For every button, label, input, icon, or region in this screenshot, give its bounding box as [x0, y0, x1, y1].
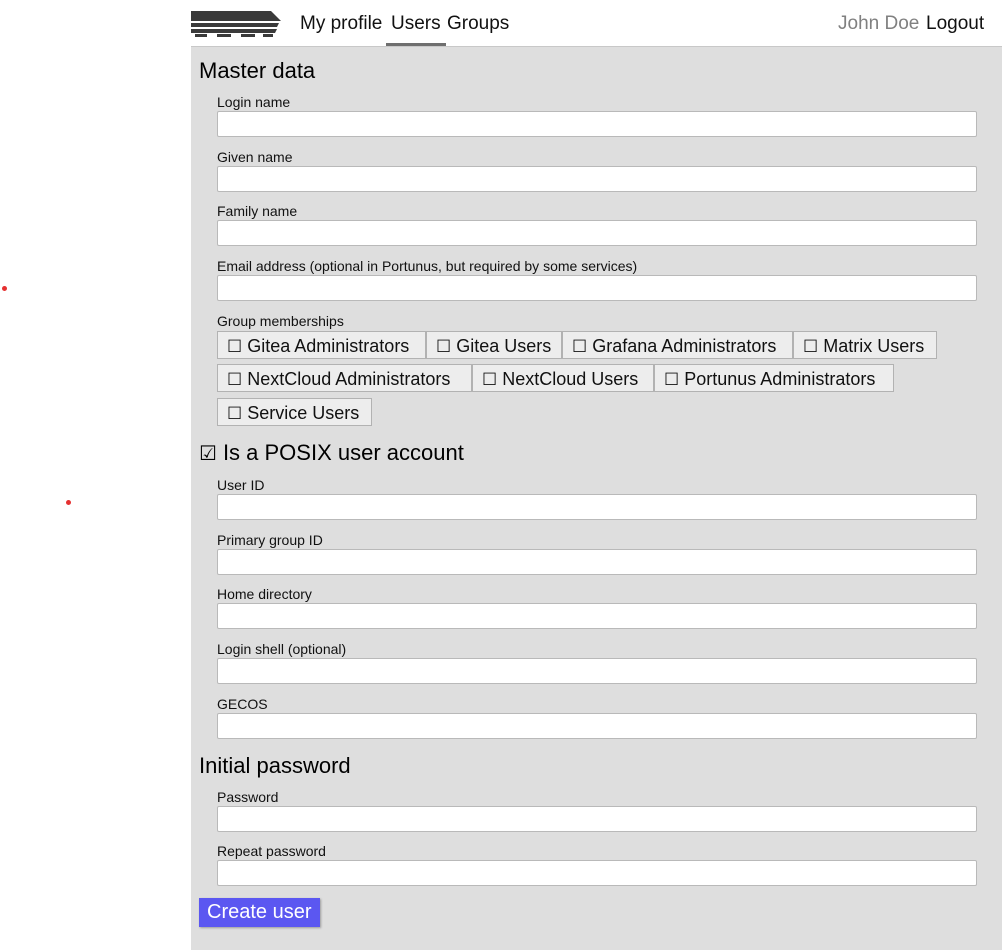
create-user-button[interactable]: Create user: [199, 898, 320, 927]
family-name-label: Family name: [217, 203, 298, 219]
checkbox-unchecked-icon: ☐: [227, 404, 243, 423]
user-id-label: User ID: [217, 477, 265, 493]
group-label: Grafana Administrators: [592, 336, 777, 356]
nav-my-profile[interactable]: My profile: [300, 0, 382, 46]
marker-dot: [66, 500, 71, 505]
group-label: Matrix Users: [823, 336, 925, 356]
checkbox-unchecked-icon: ☐: [227, 337, 243, 356]
checkbox-unchecked-icon: ☐: [664, 370, 680, 389]
marker-dot: [2, 286, 7, 291]
checkbox-unchecked-icon: ☐: [227, 370, 243, 389]
family-name-input[interactable]: [217, 220, 977, 246]
gecos-label: GECOS: [217, 696, 268, 712]
home-directory-input[interactable]: [217, 603, 977, 629]
login-shell-label: Login shell (optional): [217, 641, 347, 657]
gecos-input[interactable]: [217, 713, 977, 739]
user-id-input[interactable]: [217, 494, 977, 520]
repeat-password-label: Repeat password: [217, 843, 326, 859]
initial-password-heading: Initial password: [199, 753, 351, 778]
group-memberships-label: Group memberships: [217, 313, 344, 329]
given-name-input[interactable]: [217, 166, 977, 192]
posix-account-checkbox[interactable]: ☑ Is a POSIX user account: [199, 440, 464, 466]
checkbox-unchecked-icon: ☐: [803, 337, 819, 356]
group-checkbox-gitea-administrators[interactable]: ☐ Gitea Administrators: [217, 331, 426, 359]
group-label: Portunus Administrators: [684, 369, 876, 389]
current-user-name: John Doe: [838, 13, 920, 34]
group-checkbox-portunus-administrators[interactable]: ☐ Portunus Administrators: [654, 364, 894, 392]
group-checkbox-service-users[interactable]: ☐ Service Users: [217, 398, 372, 426]
group-checkbox-matrix-users[interactable]: ☐ Matrix Users: [793, 331, 937, 359]
portunus-logo-icon: [191, 11, 281, 37]
repeat-password-input[interactable]: [217, 860, 977, 886]
posix-account-label: Is a POSIX user account: [222, 440, 464, 465]
group-label: NextCloud Users: [502, 369, 639, 389]
group-label: Gitea Administrators: [247, 336, 410, 356]
checkbox-unchecked-icon: ☐: [572, 337, 588, 356]
password-label: Password: [217, 789, 279, 805]
login-name-input[interactable]: [217, 111, 977, 137]
group-checkbox-grafana-administrators[interactable]: ☐ Grafana Administrators: [562, 331, 793, 359]
checkbox-checked-icon: ☑: [199, 443, 217, 465]
checkbox-unchecked-icon: ☐: [436, 337, 452, 356]
group-label: Service Users: [247, 403, 360, 423]
group-checkbox-nextcloud-administrators[interactable]: ☐ NextCloud Administrators: [217, 364, 472, 392]
checkbox-unchecked-icon: ☐: [482, 370, 498, 389]
app-panel: My profile Users Groups John Doe Logout …: [191, 0, 1002, 950]
group-label: Gitea Users: [456, 336, 552, 356]
logout-link[interactable]: Logout: [926, 0, 984, 46]
primary-group-id-input[interactable]: [217, 549, 977, 575]
top-navbar: My profile Users Groups John Doe Logout: [191, 0, 1002, 47]
email-label: Email address (optional in Portunus, but…: [217, 258, 638, 274]
nav-users[interactable]: Users: [386, 0, 446, 46]
email-input[interactable]: [217, 275, 977, 301]
group-checkbox-gitea-users[interactable]: ☐ Gitea Users: [426, 331, 562, 359]
password-input[interactable]: [217, 806, 977, 832]
home-directory-label: Home directory: [217, 586, 312, 602]
group-label: NextCloud Administrators: [247, 369, 451, 389]
primary-group-id-label: Primary group ID: [217, 532, 323, 548]
master-data-heading: Master data: [199, 58, 316, 83]
given-name-label: Given name: [217, 149, 293, 165]
group-checkbox-nextcloud-users[interactable]: ☐ NextCloud Users: [472, 364, 654, 392]
nav-groups[interactable]: Groups: [447, 0, 509, 46]
login-name-label: Login name: [217, 94, 291, 110]
login-shell-input[interactable]: [217, 658, 977, 684]
